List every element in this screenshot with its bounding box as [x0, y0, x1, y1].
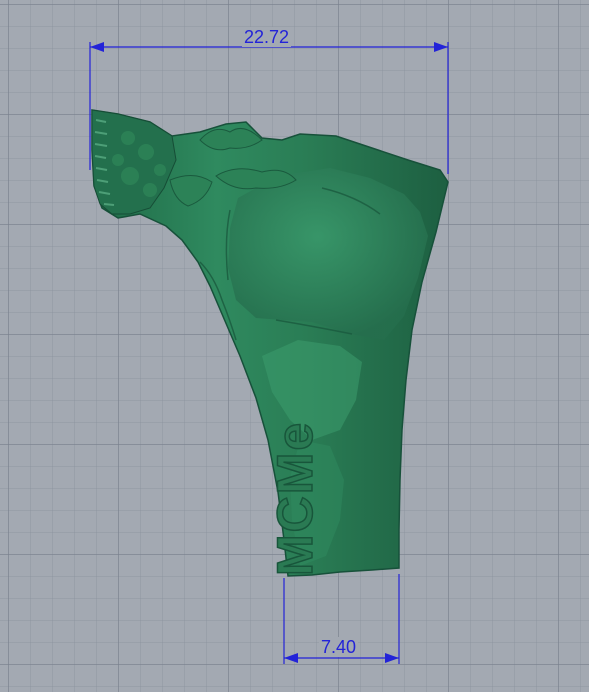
embossed-text: MCMe	[267, 421, 323, 576]
dimension-bottom-label: 7.40	[319, 637, 359, 657]
dimension-top-label: 22.72	[242, 27, 292, 47]
model-view: MCMe	[89, 42, 449, 664]
3d-viewport[interactable]: MCMe 22.72 7.40	[0, 0, 589, 692]
bone-upper-face	[228, 168, 428, 340]
